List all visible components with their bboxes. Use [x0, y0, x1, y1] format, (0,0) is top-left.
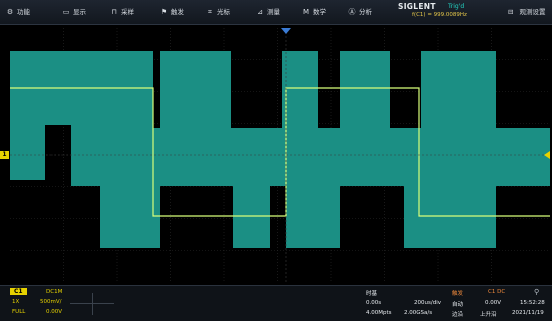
gear-icon: ⚙	[6, 8, 14, 16]
brand-logo: SIGLENT	[398, 2, 436, 11]
save-icon: ⊟	[508, 8, 514, 16]
math-icon: M	[302, 8, 310, 16]
trigger-flag-icon: ⚑	[160, 8, 168, 16]
measure-icon: ⊿	[257, 8, 263, 16]
channel-scale: 500mV/	[40, 299, 62, 305]
acquire-icon: ⊓	[111, 8, 117, 16]
channel-offset: 0.00V	[46, 309, 63, 315]
add-channel-slot[interactable]	[66, 287, 120, 319]
trigger-title: 触发	[452, 291, 464, 297]
waveform-display[interactable]	[10, 28, 550, 282]
trigger-type[interactable]: 边沿	[452, 310, 463, 318]
channel-probe: 1X	[12, 299, 20, 305]
analysis-icon: Ⓐ	[348, 8, 356, 16]
memory-depth: 4.00Mpts	[366, 310, 392, 316]
frequency-counter: f(C1) = 999.0089Hz	[412, 12, 467, 18]
cursor-icon: ⌗	[208, 8, 212, 16]
menu-cursors[interactable]: ⌗ 光标	[206, 6, 230, 17]
monitor-icon: ▭	[62, 8, 70, 16]
menu-display[interactable]: ▭ 显示	[62, 6, 86, 16]
trigger-mode[interactable]: 自动	[452, 300, 463, 308]
channel-tag[interactable]: C1	[10, 288, 27, 295]
status-bar: C1 DC1M 1X 500mV/ FULL 0.00V 时基 0.00s 20…	[0, 285, 552, 321]
channel-offset-marker[interactable]: 1	[0, 151, 9, 159]
menu-observe-settings[interactable]: ⊟ 观测设置	[508, 6, 545, 16]
sample-rate: 2.00GSa/s	[404, 310, 433, 316]
trigger-status: Trig'd	[448, 3, 465, 10]
menu-function[interactable]: ⚙ 功能	[6, 6, 30, 16]
clock-time: 15:52:28	[520, 300, 545, 306]
trigger-level[interactable]: 0.00V	[485, 300, 501, 306]
timebase-scale[interactable]: 200us/div	[414, 300, 441, 306]
usb-icon: ⚲	[534, 288, 540, 296]
menu-acquire[interactable]: ⊓ 采样	[110, 6, 134, 16]
timebase-delay[interactable]: 0.00s	[366, 300, 381, 306]
channel-coupling: DC1M	[46, 289, 63, 295]
channel-bandwidth: FULL	[12, 309, 26, 315]
menu-trigger[interactable]: ⚑ 触发	[160, 6, 184, 16]
timebase-title: 时基	[366, 291, 378, 297]
waveform-svg	[10, 28, 550, 282]
menu-analysis[interactable]: Ⓐ 分析	[348, 6, 373, 17]
clock-date: 2021/11/19	[512, 310, 544, 316]
trigger-slope[interactable]: 上升沿	[480, 310, 497, 318]
trigger-position-marker[interactable]	[281, 28, 291, 34]
trigger-source[interactable]: C1 DC	[488, 289, 505, 295]
top-menu-bar: ⚙ 功能 ▭ 显示 ⊓ 采样 ⚑ 触发 ⌗ 光标 ⊿ 测量 M 数学 Ⓐ 分析 SIGLENT …	[0, 0, 552, 25]
menu-measure[interactable]: ⊿ 测量	[256, 6, 280, 16]
menu-math[interactable]: M 数学	[302, 6, 326, 16]
